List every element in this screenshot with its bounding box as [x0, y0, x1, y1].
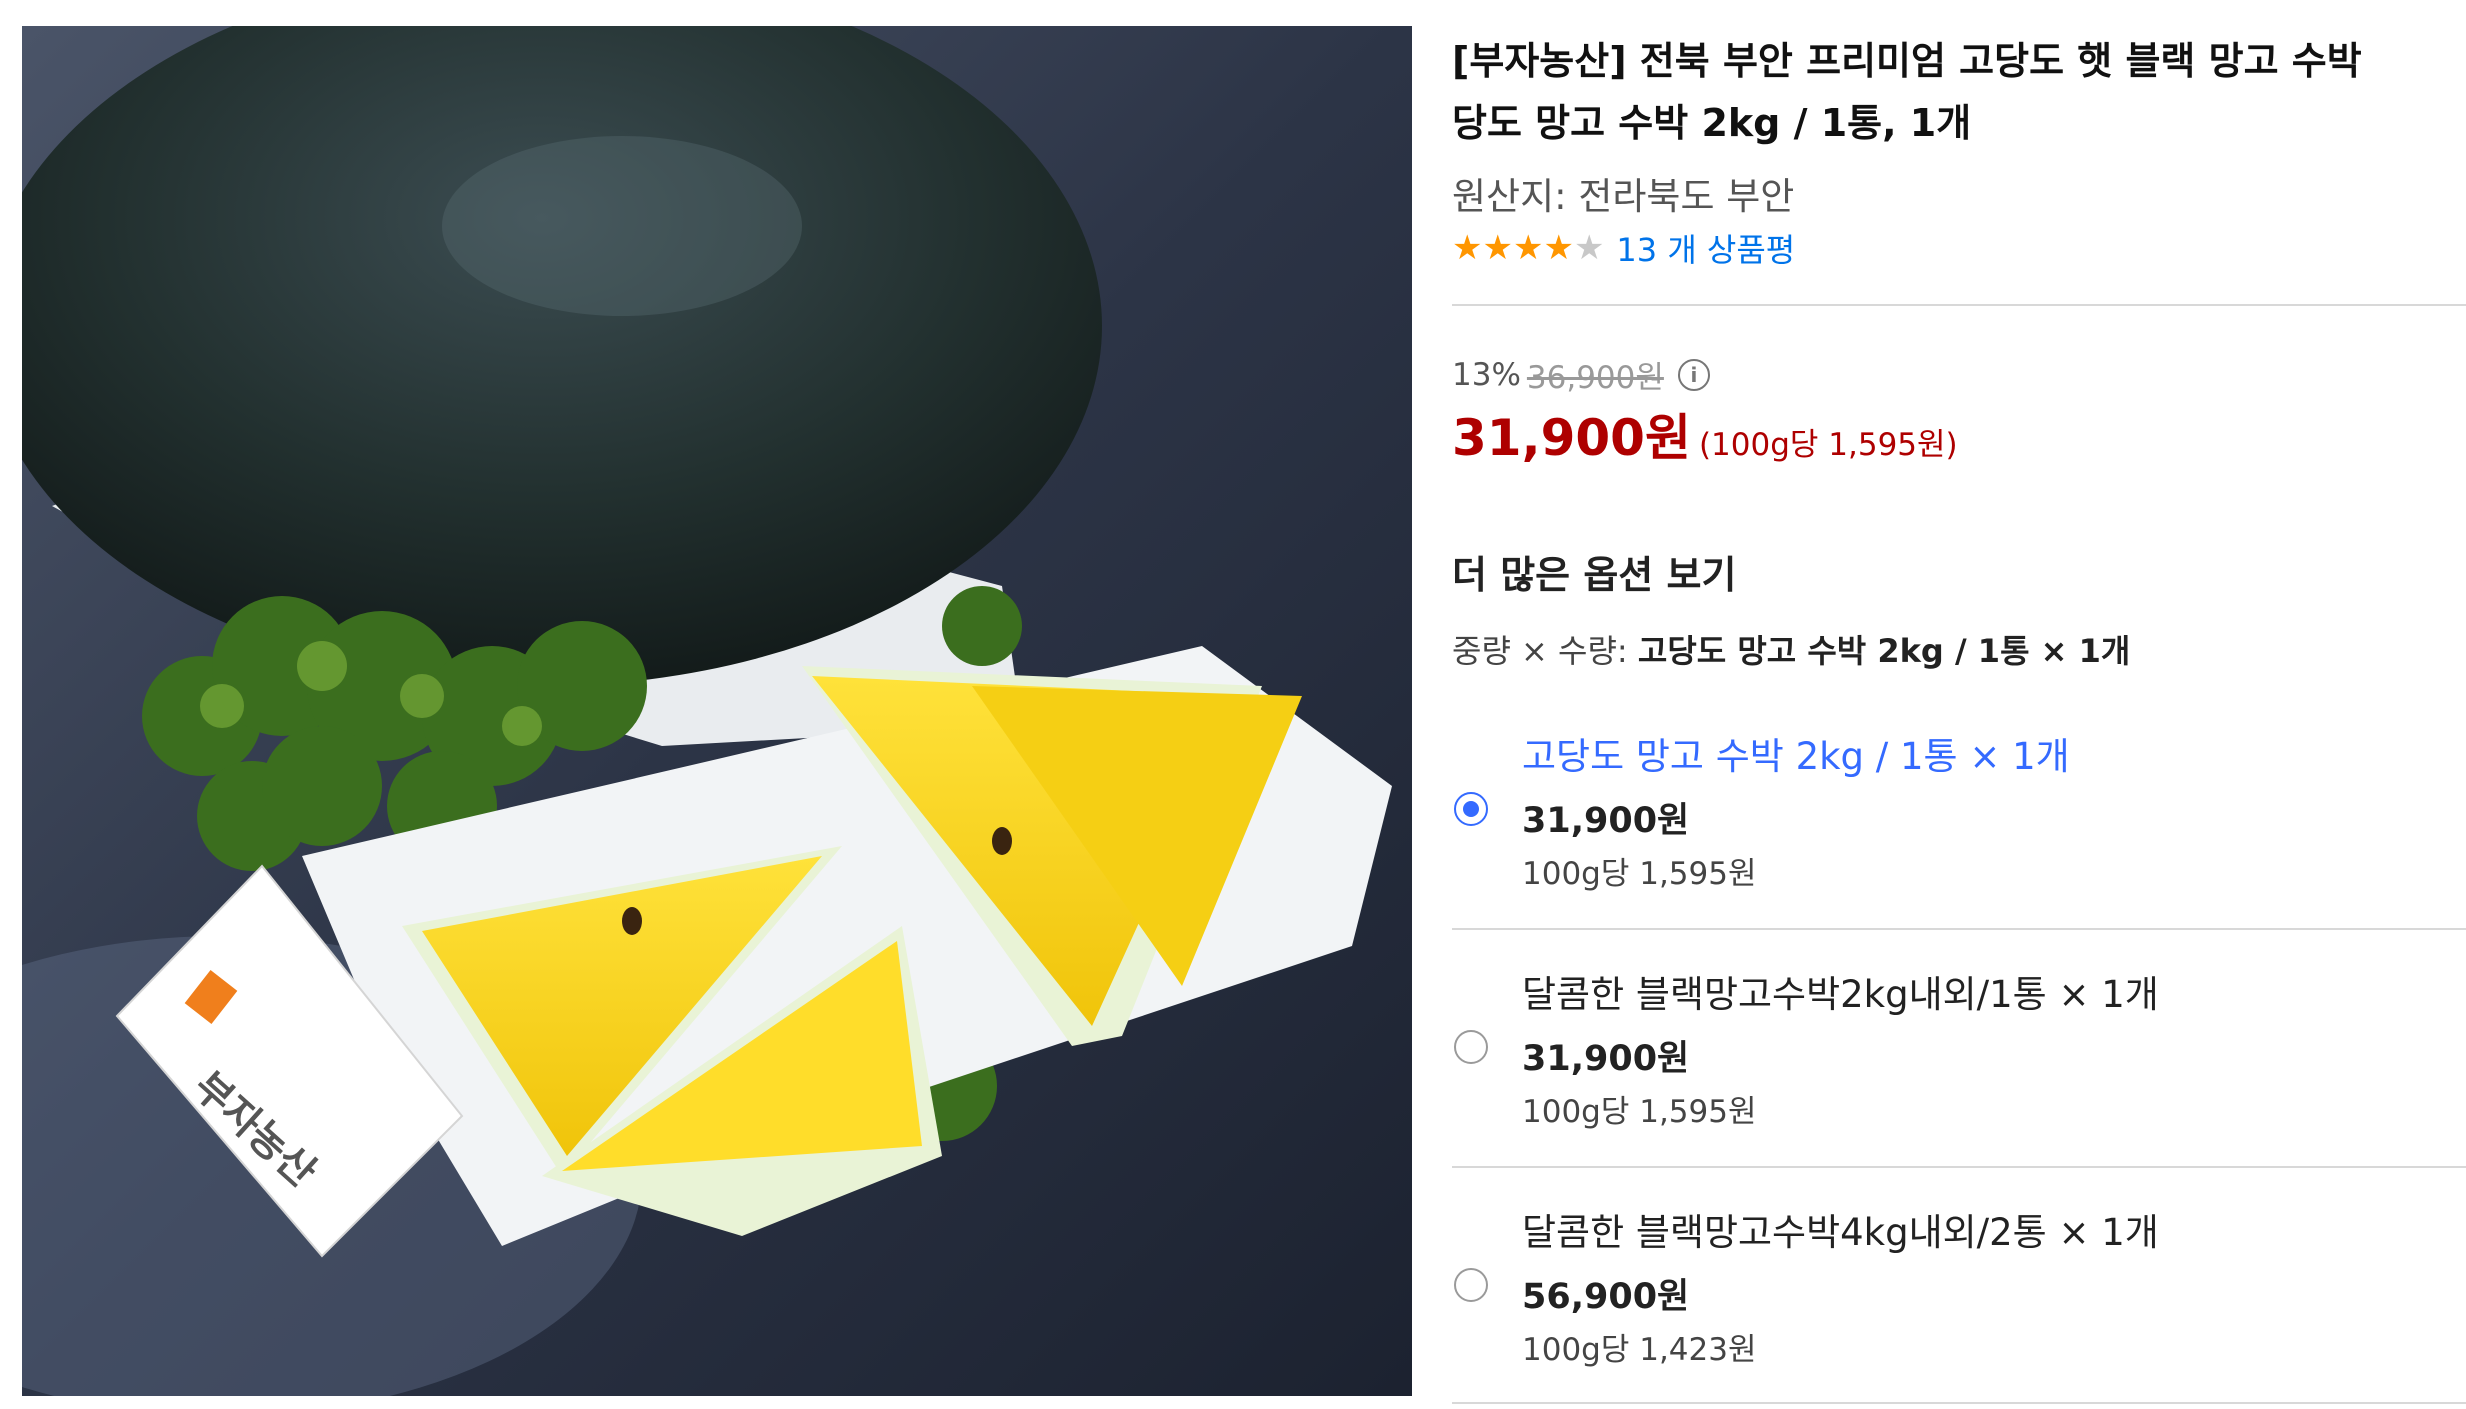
divider [1452, 1166, 2466, 1168]
star-icon: ★ [1482, 228, 1513, 268]
option-price: 31,900원 [1522, 1039, 1690, 1079]
price-row: 31,900원 (100g당 1,595원) [1452, 398, 1958, 470]
star-icon: ★ [1543, 228, 1574, 268]
selected-option-label: 중량 × 수량: [1452, 632, 1638, 670]
product-title: [부자농산] 전북 부안 프리미엄 고당도 햇 블랙 망고 수박 당도 망고 수… [1452, 30, 2466, 154]
info-circle-icon[interactable]: i [1677, 358, 1710, 391]
selected-option-value: 고당도 망고 수박 2kg / 1통 × 1개 [1637, 632, 2131, 670]
product-info-panel: [부자농산] 전북 부안 프리미엄 고당도 햇 블랙 망고 수박 당도 망고 수… [1452, 0, 2466, 1409]
option-price: 31,900원 [1522, 801, 1690, 841]
more-options-heading[interactable]: 더 많은 옵션 보기 [1452, 544, 1736, 599]
option-name: 달콤한 블랙망고수박4kg내외/2통 × 1개 [1522, 1211, 2159, 1254]
option-unit-price: 100g당 1,595원 [1522, 856, 1757, 892]
unit-price: (100g당 1,595원) [1698, 427, 1958, 463]
product-title-line-2: 당도 망고 수박 2kg / 1통, 1개 [1452, 101, 1972, 145]
discount-rate: 13% [1452, 356, 1521, 393]
star-empty-icon: ★ [1573, 228, 1605, 268]
star-icon: ★ [1452, 228, 1483, 268]
option-unit-price: 100g당 1,595원 [1522, 1094, 1757, 1130]
original-price: 36,900원 [1526, 360, 1664, 396]
option-unit-price: 100g당 1,423원 [1522, 1332, 1757, 1368]
option-price: 56,900원 [1522, 1277, 1690, 1317]
divider [1452, 1402, 2466, 1404]
divider [1452, 304, 2466, 306]
radio-button-selected[interactable] [1454, 792, 1488, 826]
divider [1452, 928, 2466, 930]
selected-option-summary: 중량 × 수량: 고당도 망고 수박 2kg / 1통 × 1개 [1452, 626, 2130, 672]
radio-button[interactable] [1454, 1268, 1488, 1302]
rating-stars: ★ ★ ★ ★ ★ [1452, 228, 1604, 268]
option-name: 달콤한 블랙망고수박2kg내외/1통 × 1개 [1522, 973, 2159, 1016]
sale-price: 31,900원 [1452, 409, 1691, 467]
origin-text: 원산지: 전라북도 부안 [1452, 175, 1795, 218]
product-title-line-1: [부자농산] 전북 부안 프리미엄 고당도 햇 블랙 망고 수박 [1452, 39, 2362, 83]
review-count-link[interactable]: 13 개 상품평 [1616, 225, 1795, 271]
option-name: 고당도 망고 수박 2kg / 1통 × 1개 [1522, 735, 2070, 778]
star-icon: ★ [1512, 228, 1544, 268]
product-image[interactable]: 부자농산 [22, 26, 1412, 1396]
rating: ★ ★ ★ ★ ★ 13 개 상품평 [1452, 225, 1795, 271]
discount-row: 13% 36,900원 i [1452, 352, 1710, 397]
radio-button[interactable] [1454, 1030, 1488, 1064]
